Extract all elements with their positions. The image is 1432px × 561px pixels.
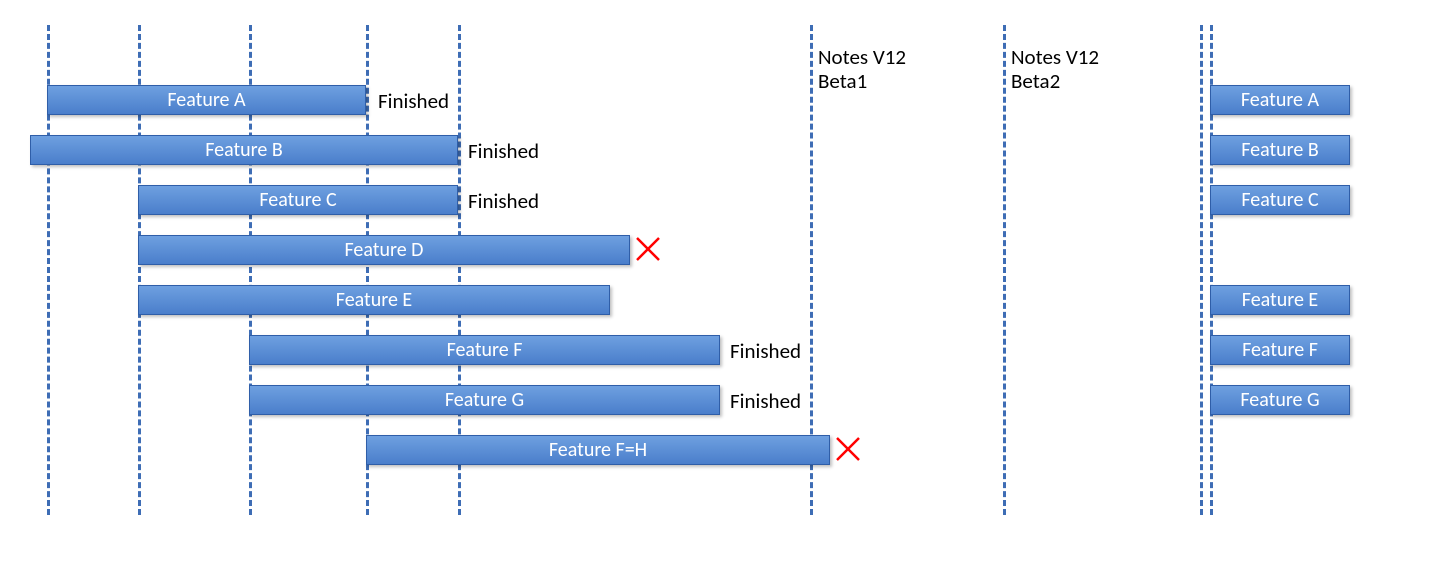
bar-label: Feature F <box>447 338 523 362</box>
gantt-bar-feature-e: Feature E <box>138 285 610 315</box>
bar-label: Feature B <box>205 138 283 162</box>
status-label: Finished <box>468 138 539 164</box>
release-bar-feature-g: Feature G <box>1210 385 1350 415</box>
bar-label: Feature F=H <box>549 438 647 462</box>
bar-label: Feature F <box>1242 338 1318 362</box>
bar-label: Feature A <box>167 88 245 112</box>
gantt-bar-feature-b: Feature B <box>30 135 458 165</box>
release-bar-feature-f: Feature F <box>1210 335 1350 365</box>
bar-label: Feature B <box>1241 138 1319 162</box>
bar-label: Feature E <box>1242 288 1318 312</box>
status-label: Finished <box>730 388 801 414</box>
status-label: Finished <box>468 188 539 214</box>
release-bar-feature-b: Feature B <box>1210 135 1350 165</box>
gantt-bar-feature-h: Feature F=H <box>366 435 830 465</box>
bar-label: Feature G <box>445 388 524 412</box>
gantt-bar-feature-a: Feature A <box>47 85 366 115</box>
bar-label: Feature A <box>1241 88 1319 112</box>
release-bar-feature-a: Feature A <box>1210 85 1350 115</box>
bar-label: Feature E <box>336 288 412 312</box>
milestone-label-beta2: Notes V12Beta2 <box>1011 45 1099 93</box>
bar-label: Feature G <box>1240 388 1319 412</box>
gantt-bar-feature-g: Feature G <box>249 385 720 415</box>
x-mark-icon <box>634 235 662 263</box>
gridline-release <box>1200 25 1203 515</box>
milestone-text: Notes V12Beta1 <box>818 44 906 94</box>
gantt-bar-feature-c: Feature C <box>138 185 458 215</box>
milestone-label-beta1: Notes V12Beta1 <box>818 45 906 93</box>
bar-label: Feature C <box>1241 188 1318 212</box>
bar-label: Feature D <box>345 238 424 262</box>
status-label: Finished <box>730 338 801 364</box>
status-label: Finished <box>378 88 449 114</box>
x-mark-icon <box>834 435 862 463</box>
bar-label: Feature C <box>259 188 336 212</box>
release-bar-feature-c: Feature C <box>1210 185 1350 215</box>
gridline-milestone-beta2 <box>1003 25 1006 515</box>
release-bar-feature-e: Feature E <box>1210 285 1350 315</box>
gantt-bar-feature-f: Feature F <box>249 335 720 365</box>
milestone-text: Notes V12Beta2 <box>1011 44 1099 94</box>
gantt-bar-feature-d: Feature D <box>138 235 630 265</box>
